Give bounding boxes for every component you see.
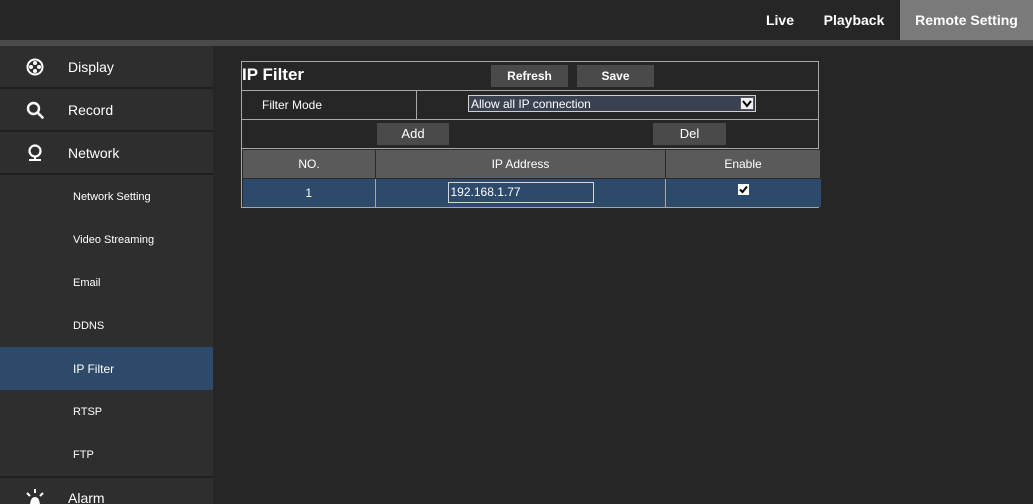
sidebar-item-label: Network Setting — [73, 190, 151, 203]
tab-live[interactable]: Live — [752, 0, 808, 40]
sidebar: Display Record Network Network Setting V… — [0, 46, 213, 504]
top-bar: Live Playback Remote Setting — [0, 0, 1033, 42]
cell-enable — [665, 178, 821, 207]
filter-mode-value: Allow all IP connection — [471, 97, 591, 111]
ip-filter-panel: IP Filter Refresh Save Filter Mode Allow… — [241, 61, 821, 208]
sidebar-item-label: Email — [73, 276, 101, 289]
search-icon — [24, 99, 46, 121]
top-nav: Live Playback Remote Setting — [752, 0, 1033, 40]
sidebar-item-ddns[interactable]: DDNS — [0, 304, 213, 347]
display-icon — [24, 56, 46, 78]
divider — [416, 91, 417, 119]
sidebar-item-ip-filter[interactable]: IP Filter — [0, 347, 213, 390]
sidebar-item-display[interactable]: Display — [0, 46, 213, 89]
sidebar-item-label: IP Filter — [73, 361, 115, 376]
sidebar-item-label: Alarm — [68, 489, 105, 504]
sidebar-item-label: FTP — [73, 448, 94, 461]
chevron-down-icon[interactable] — [740, 97, 754, 110]
cell-ip: 192.168.1.77 — [375, 178, 666, 207]
sidebar-item-label: Video Streaming — [73, 233, 155, 246]
ip-address-field[interactable]: 192.168.1.77 — [447, 182, 594, 204]
sidebar-item-label: Display — [68, 58, 114, 75]
filter-mode-row: Filter Mode Allow all IP connection — [242, 91, 818, 120]
table-row[interactable]: 1 192.168.1.77 — [242, 178, 821, 207]
cell-no: 1 — [242, 178, 376, 207]
tab-playback[interactable]: Playback — [808, 0, 900, 40]
ip-filter-table: NO. IP Address Enable 1 192.168.1.77 — [242, 149, 821, 207]
sidebar-item-label: Network — [68, 144, 120, 161]
sidebar-item-record[interactable]: Record — [0, 89, 213, 132]
save-button[interactable]: Save — [577, 65, 654, 87]
column-header-ip-address: IP Address — [375, 149, 666, 179]
sidebar-item-label: Record — [68, 101, 114, 118]
table-header-row: NO. IP Address Enable — [242, 149, 821, 179]
column-header-enable: Enable — [665, 149, 821, 179]
panel-header: IP Filter Refresh Save — [242, 62, 818, 91]
add-button[interactable]: Add — [377, 123, 449, 145]
tab-remote-setting[interactable]: Remote Setting — [900, 0, 1033, 40]
sidebar-item-rtsp[interactable]: RTSP — [0, 390, 213, 433]
network-icon — [24, 142, 46, 164]
sidebar-item-ftp[interactable]: FTP — [0, 433, 213, 476]
alarm-icon — [24, 487, 46, 504]
page-title: IP Filter — [242, 65, 305, 84]
checkmark-icon — [739, 185, 748, 194]
sidebar-item-alarm[interactable]: Alarm — [0, 476, 213, 504]
refresh-button[interactable]: Refresh — [491, 65, 568, 87]
enable-checkbox[interactable] — [737, 183, 749, 195]
sidebar-item-label: RTSP — [73, 405, 103, 418]
actions-row: Add Del — [242, 120, 818, 149]
sidebar-item-network[interactable]: Network — [0, 132, 213, 175]
sidebar-item-label: DDNS — [73, 319, 105, 332]
del-button[interactable]: Del — [653, 123, 726, 145]
filter-mode-select[interactable]: Allow all IP connection — [468, 95, 756, 112]
sidebar-item-video-streaming[interactable]: Video Streaming — [0, 218, 213, 261]
sidebar-item-network-setting[interactable]: Network Setting — [0, 175, 213, 218]
column-header-no: NO. — [242, 149, 376, 179]
sidebar-item-email[interactable]: Email — [0, 261, 213, 304]
filter-mode-label: Filter Mode — [262, 98, 323, 112]
